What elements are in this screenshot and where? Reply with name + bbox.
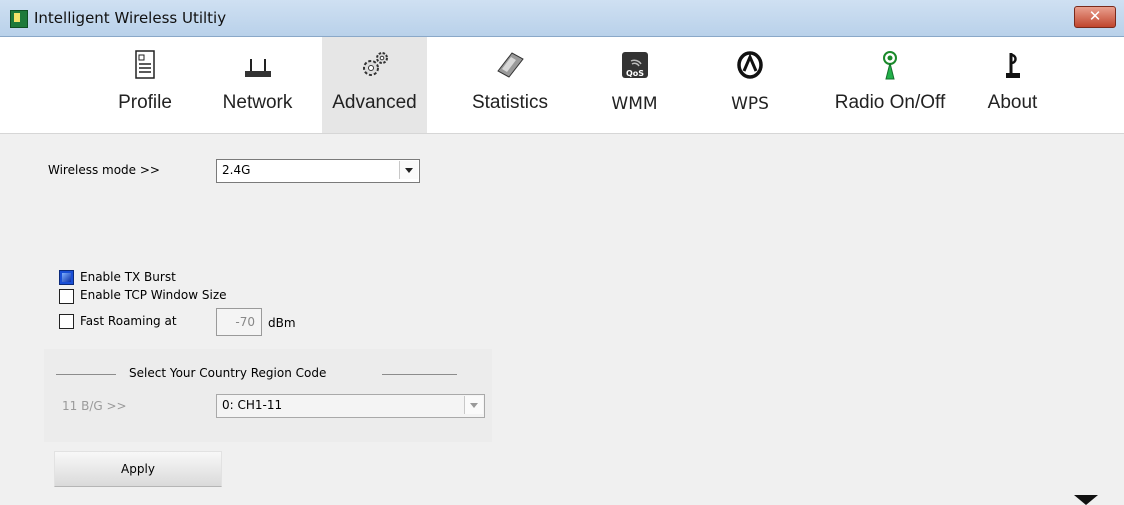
apply-button[interactable]: Apply — [54, 451, 222, 487]
region-11bg-select[interactable]: 0: CH1-11 — [216, 394, 485, 418]
tx-burst-label: Enable TX Burst — [80, 270, 176, 284]
svg-text:QoS: QoS — [625, 69, 643, 78]
region-11bg-label: 11 B/G >> — [62, 399, 127, 413]
window-title: Intelligent Wireless Utiltiy — [34, 9, 227, 27]
wireless-mode-value: 2.4G — [222, 163, 251, 177]
toolbar-advanced-label: Advanced — [332, 92, 417, 113]
toolbar-about-label: About — [987, 92, 1038, 113]
scroll-down-arrow-icon[interactable] — [1074, 495, 1098, 505]
toolbar-wps[interactable]: WPS — [715, 37, 785, 133]
toolbar-profile-label: Profile — [118, 92, 172, 113]
fast-roaming-label: Fast Roaming at — [80, 314, 177, 328]
toolbar-about[interactable]: About — [975, 37, 1050, 133]
profile-icon — [135, 50, 155, 79]
fast-roaming-checkbox[interactable] — [59, 314, 74, 329]
advanced-gears-icon — [362, 52, 388, 76]
toolbar-wmm[interactable]: QoS WMM — [592, 37, 677, 133]
region-code-group: Select Your Country Region Code 11 B/G >… — [44, 349, 492, 442]
wps-icon — [737, 51, 763, 79]
tcp-window-checkbox[interactable] — [59, 289, 74, 304]
chevron-down-icon[interactable] — [464, 396, 483, 414]
wireless-mode-select[interactable]: 2.4G — [216, 159, 420, 183]
wmm-qos-icon: QoS — [621, 52, 648, 78]
group-divider-left — [56, 374, 116, 375]
fast-roaming-unit: dBm — [268, 316, 296, 330]
toolbar-statistics-label: Statistics — [471, 92, 549, 113]
tx-burst-checkbox[interactable] — [59, 270, 74, 285]
app-icon — [10, 10, 28, 28]
main-toolbar: Profile Network Advanced Statistics QoS … — [0, 37, 1124, 134]
toolbar-wmm-label: WMM — [611, 94, 658, 114]
title-bar: Intelligent Wireless Utiltiy ✕ — [0, 0, 1124, 37]
toolbar-statistics[interactable]: Statistics — [455, 37, 565, 133]
wireless-mode-label: Wireless mode >> — [48, 163, 160, 177]
toolbar-wps-label: WPS — [731, 94, 769, 114]
toolbar-profile[interactable]: Profile — [95, 37, 195, 133]
fast-roaming-value-field[interactable]: -70 — [216, 308, 262, 336]
toolbar-advanced[interactable]: Advanced — [322, 37, 427, 133]
region-11bg-value: 0: CH1-11 — [222, 398, 283, 412]
region-group-title: Select Your Country Region Code — [129, 366, 327, 380]
about-icon — [1005, 53, 1020, 78]
toolbar-network[interactable]: Network — [210, 37, 305, 133]
chevron-down-icon[interactable] — [399, 161, 418, 179]
toolbar-radio[interactable]: Radio On/Off — [820, 37, 960, 133]
close-button[interactable]: ✕ — [1074, 6, 1116, 28]
network-icon — [244, 59, 271, 77]
statistics-calculator-icon — [497, 52, 524, 78]
tcp-window-label: Enable TCP Window Size — [80, 288, 227, 302]
advanced-panel: Wireless mode >> 2.4G Enable TX Burst En… — [0, 134, 1124, 505]
radio-antenna-icon — [883, 51, 897, 80]
toolbar-radio-label: Radio On/Off — [834, 92, 946, 113]
toolbar-network-label: Network — [222, 92, 293, 113]
group-divider-right — [382, 374, 457, 375]
fast-roaming-value: -70 — [235, 315, 255, 329]
